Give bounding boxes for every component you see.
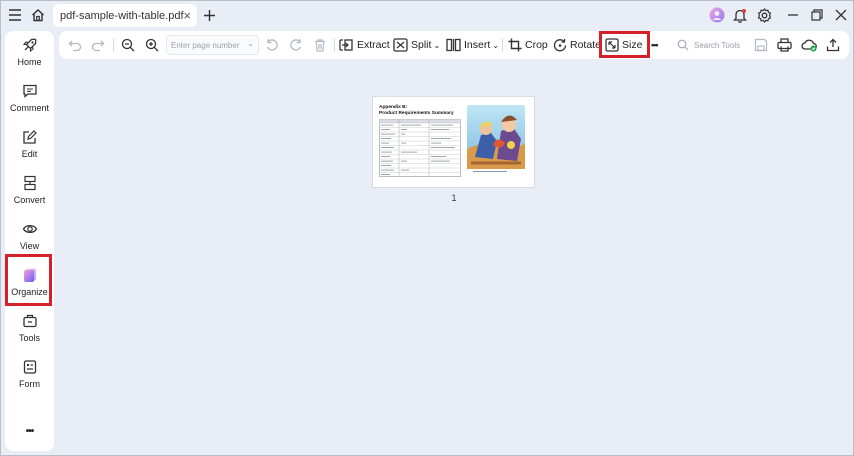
page-number-placeholder: Enter page number: [171, 40, 240, 50]
redo-button[interactable]: [91, 35, 105, 55]
avatar[interactable]: [706, 4, 728, 26]
sidebar-item-tools[interactable]: Tools: [5, 309, 54, 353]
upload-icon: [826, 38, 840, 52]
rotate-left-button[interactable]: [265, 35, 279, 55]
comment-icon: [22, 84, 37, 98]
save-button[interactable]: [754, 35, 768, 55]
restore-icon[interactable]: [806, 4, 828, 26]
chevron-down-icon: ⌄: [492, 40, 499, 50]
organize-icon: [23, 268, 36, 282]
cloud-check-icon: [801, 39, 817, 52]
redo-icon: [91, 40, 105, 52]
gear-icon[interactable]: [753, 4, 775, 26]
sidebar-item-label: Home: [17, 57, 42, 67]
sidebar-item-label: View: [19, 241, 40, 251]
sidebar-item-edit[interactable]: Edit: [5, 125, 54, 169]
sidebar-item-organize[interactable]: Organize: [5, 263, 54, 307]
insert-button[interactable]: Insert ⌄: [446, 35, 499, 55]
eye-icon: [22, 224, 37, 234]
sidebar-item-convert[interactable]: Convert: [5, 171, 54, 215]
close-tab-icon[interactable]: ×: [183, 8, 191, 23]
sidebar-item-label: Edit: [21, 149, 38, 159]
more-icon[interactable]: •••: [5, 426, 54, 437]
split-icon: [393, 38, 408, 52]
document-page-left: Appendix B: Product Requirements Summary: [379, 105, 461, 177]
undo-button[interactable]: [68, 35, 82, 55]
title-bar: pdf-sample-with-table.pdf ×: [0, 0, 854, 30]
print-button[interactable]: [777, 35, 792, 55]
page-number-input[interactable]: Enter page number ⌄: [166, 35, 259, 55]
sidebar-item-home[interactable]: Home: [5, 33, 54, 77]
zoom-in-icon: [145, 38, 159, 52]
toolbar-divider: [334, 38, 335, 52]
doc-heading-line2: Product Requirements Summary: [379, 110, 454, 116]
zoom-in-button[interactable]: [145, 35, 159, 55]
organize-toolbar: Enter page number ⌄ Extract Split ⌄ Inse…: [59, 31, 849, 59]
window-border: [0, 0, 854, 456]
search-icon: [677, 39, 689, 51]
tab-title: pdf-sample-with-table.pdf: [60, 9, 184, 22]
sidebar-item-label: Tools: [18, 333, 40, 343]
printer-icon: [777, 38, 792, 52]
left-sidebar: Home Comment Edit Convert View Organize …: [5, 31, 54, 451]
extract-button[interactable]: Extract: [339, 35, 390, 55]
save-icon: [754, 38, 768, 52]
requirements-table: [379, 119, 461, 177]
rotate-right-icon: [290, 39, 302, 51]
chevron-down-icon: ⌄: [433, 40, 441, 50]
insert-label: Insert: [464, 39, 491, 51]
toolbar-divider: [502, 38, 503, 52]
crop-label: Crop: [525, 39, 548, 51]
zoom-out-button[interactable]: [121, 35, 135, 55]
share-button[interactable]: [826, 35, 840, 55]
delete-button[interactable]: [313, 35, 327, 55]
form-icon: [23, 360, 36, 374]
extract-label: Extract: [357, 39, 390, 51]
sidebar-item-view[interactable]: View: [5, 217, 54, 261]
rotate-right-button[interactable]: [289, 35, 303, 55]
toolbar-divider: [113, 38, 114, 52]
convert-icon: [23, 175, 36, 191]
sidebar-item-comment[interactable]: Comment: [5, 79, 54, 123]
minimize-icon[interactable]: [782, 4, 804, 26]
document-tab[interactable]: pdf-sample-with-table.pdf ×: [53, 4, 197, 27]
sidebar-item-label: Comment: [9, 103, 49, 113]
undo-icon: [68, 40, 82, 52]
extract-icon: [339, 39, 353, 51]
trash-icon: [315, 39, 325, 52]
sidebar-item-label: Form: [19, 379, 40, 389]
toolbox-icon: [22, 314, 37, 328]
rotate-icon: [553, 39, 567, 52]
sidebar-item-form[interactable]: Form: [5, 355, 54, 399]
menu-icon[interactable]: [4, 4, 26, 26]
insert-icon: [446, 38, 461, 52]
more-tools-button[interactable]: •••: [651, 35, 659, 55]
page-number-label: 1: [451, 193, 457, 203]
split-label: Split: [411, 39, 432, 51]
crop-button[interactable]: Crop: [508, 35, 548, 55]
rocket-icon: [22, 38, 36, 53]
resize-icon: [605, 38, 619, 52]
zoom-out-icon: [121, 38, 135, 52]
sidebar-item-label: Convert: [13, 195, 46, 205]
illustration-image: [467, 105, 525, 172]
rotate-label: Rotate: [570, 39, 601, 51]
edit-icon: [22, 130, 37, 144]
bell-icon[interactable]: [729, 4, 751, 26]
sidebar-item-label: Organize: [11, 287, 48, 297]
crop-icon: [508, 38, 522, 52]
new-tab-button[interactable]: [198, 4, 220, 26]
cloud-sync-button[interactable]: [801, 35, 817, 55]
size-label: Size: [622, 39, 643, 51]
split-button[interactable]: Split ⌄: [393, 35, 440, 55]
rotate-button[interactable]: Rotate: [553, 35, 601, 55]
size-button[interactable]: Size: [605, 35, 642, 55]
chevron-down-icon[interactable]: ⌄: [247, 39, 254, 48]
page-thumbnail[interactable]: Appendix B: Product Requirements Summary: [372, 96, 535, 188]
search-tools-placeholder: Search Tools: [694, 40, 741, 50]
search-tools-input[interactable]: Search Tools: [677, 35, 740, 55]
close-window-icon[interactable]: [830, 4, 852, 26]
rotate-left-icon: [266, 39, 278, 51]
home-icon[interactable]: [27, 4, 49, 26]
